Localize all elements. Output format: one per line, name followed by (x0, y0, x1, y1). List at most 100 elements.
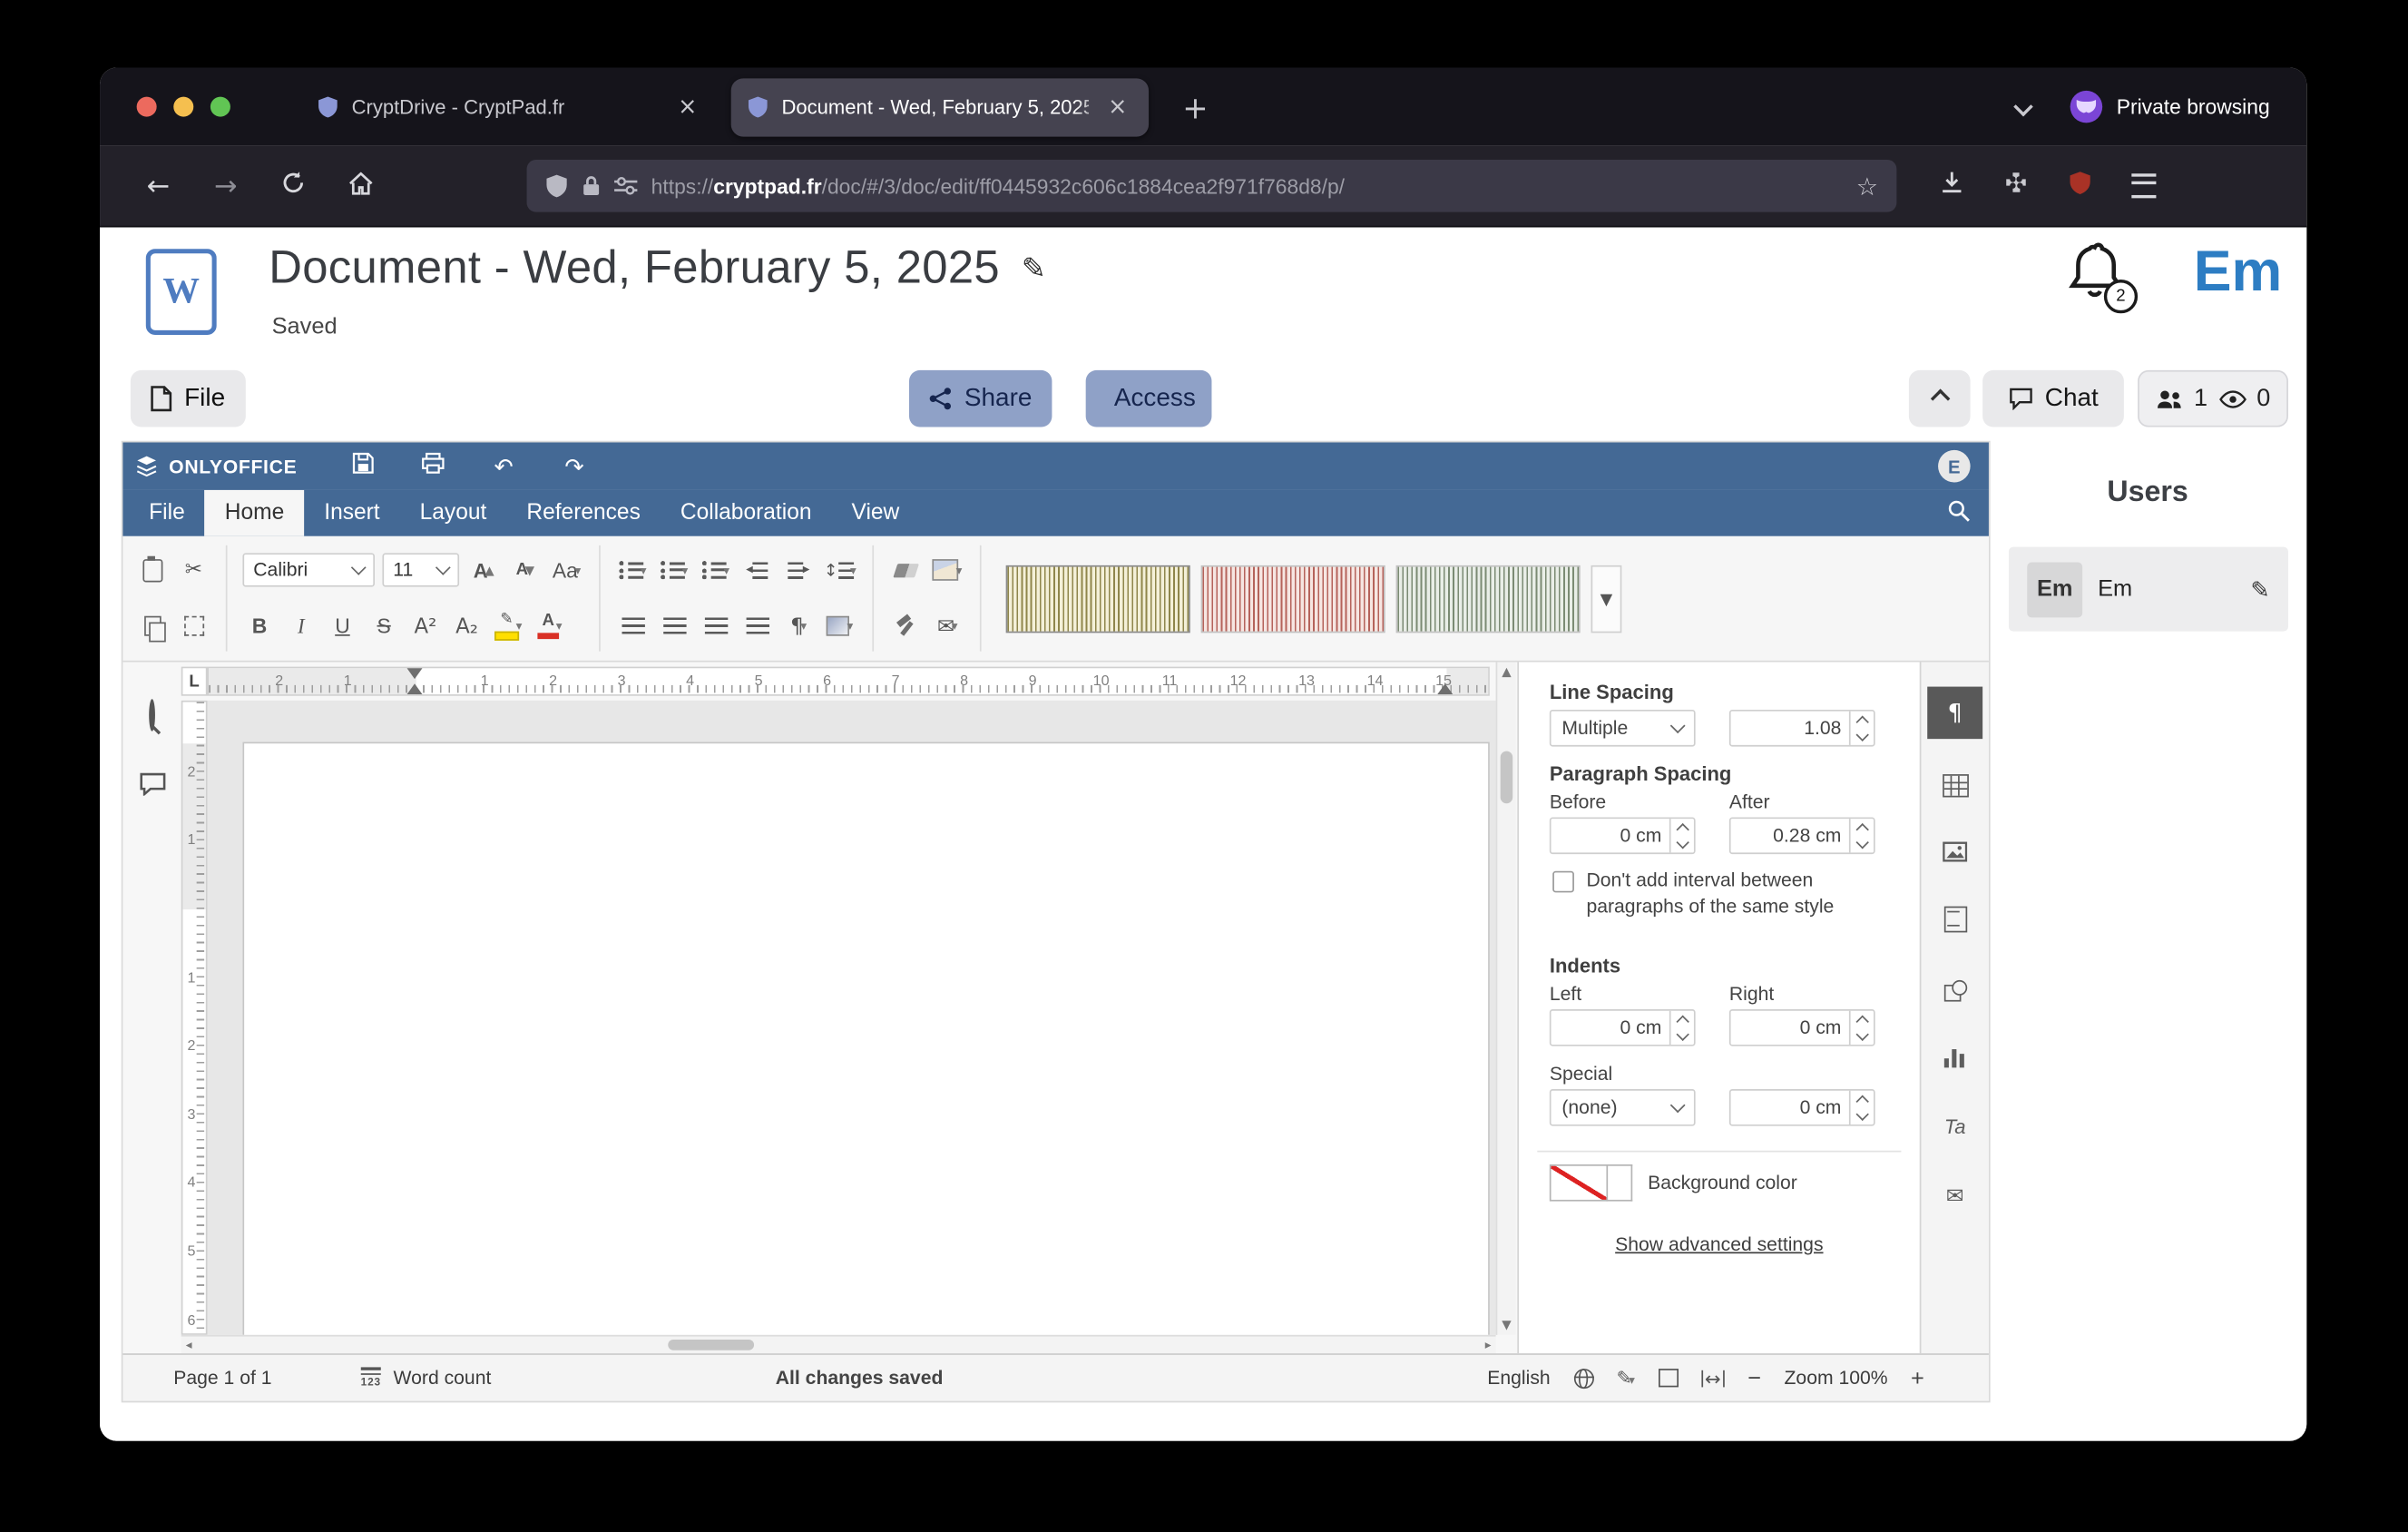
line-spacing-icon[interactable]: ↕▾ (823, 552, 857, 589)
shape-settings-icon[interactable] (1927, 963, 1982, 1016)
numbered-list-icon[interactable]: ▾ (657, 552, 690, 589)
zoom-in-button[interactable]: + (1911, 1365, 1924, 1391)
page-color-icon[interactable]: ▾ (931, 552, 964, 589)
no-interval-checkbox[interactable] (1552, 871, 1574, 893)
comments-icon[interactable] (139, 772, 165, 803)
background-color-swatch[interactable] (1550, 1164, 1608, 1202)
tab-close-icon[interactable]: × (671, 93, 703, 122)
downloads-icon[interactable] (1940, 170, 1964, 202)
oo-menu-home[interactable]: Home (205, 490, 304, 536)
change-case-icon[interactable]: Aa▾ (550, 552, 583, 589)
spin-up-icon[interactable] (1851, 712, 1874, 729)
edit-title-pencil-icon[interactable]: ✎ (1022, 252, 1046, 286)
spin-up-icon[interactable] (1671, 1011, 1694, 1028)
background-color-dropdown-icon[interactable] (1606, 1164, 1632, 1202)
select-all-icon[interactable] (177, 608, 210, 645)
font-name-select[interactable]: Calibri (242, 554, 375, 587)
list-tabs-icon[interactable] (2014, 97, 2034, 117)
paste-icon[interactable] (135, 552, 169, 589)
decrease-indent-icon[interactable]: ◂ (740, 552, 774, 589)
spin-down-icon[interactable] (1851, 1107, 1874, 1124)
home-button[interactable] (342, 170, 379, 202)
table-settings-icon[interactable] (1927, 759, 1982, 811)
h-ruler[interactable]: 21123456789101112131415 (208, 667, 1490, 696)
special-select[interactable]: (none) (1550, 1089, 1696, 1126)
scroll-down-icon[interactable]: ▼ (1497, 1318, 1515, 1331)
image-settings-icon[interactable] (1927, 825, 1982, 878)
subscript-icon[interactable]: A₂ (450, 608, 484, 645)
bullet-list-icon[interactable]: ▾ (616, 552, 650, 589)
copy-icon[interactable] (135, 608, 169, 645)
horizontal-scroll-thumb[interactable] (668, 1340, 754, 1350)
user-avatar[interactable]: Em (2194, 240, 2282, 304)
vertical-scrollbar[interactable]: ▲ ▼ (1496, 663, 1516, 1335)
strikethrough-icon[interactable]: S (367, 608, 401, 645)
access-button[interactable]: Access (1086, 370, 1212, 427)
textart-settings-icon[interactable]: Ta (1927, 1100, 1982, 1153)
zoom-out-button[interactable]: − (1747, 1365, 1761, 1391)
document-page[interactable] (242, 742, 1489, 1335)
left-indent-marker[interactable] (407, 676, 423, 694)
fit-page-icon[interactable] (1658, 1369, 1678, 1387)
collapse-toolbar-button[interactable] (1909, 370, 1971, 427)
bold-icon[interactable]: B (242, 608, 276, 645)
copy-style-icon[interactable] (889, 608, 923, 645)
minimize-window-button[interactable] (173, 97, 193, 117)
italic-icon[interactable]: I (284, 608, 318, 645)
url-bar[interactable]: https://cryptpad.fr/doc/#/3/doc/edit/ff0… (527, 160, 1897, 212)
align-left-icon[interactable] (616, 608, 650, 645)
save-icon[interactable] (347, 452, 378, 481)
oo-menu-view[interactable]: View (832, 490, 920, 536)
redo-icon[interactable]: ↷ (559, 452, 590, 479)
spin-up-icon[interactable] (1671, 819, 1694, 836)
spin-down-icon[interactable] (1851, 1027, 1874, 1045)
collaborator-avatar[interactable]: E (1938, 450, 1971, 483)
mail-merge-settings-icon[interactable]: ✉ (1927, 1171, 1982, 1223)
multilevel-list-icon[interactable]: ▾ (699, 552, 732, 589)
oo-menu-layout[interactable]: Layout (400, 490, 507, 536)
underline-icon[interactable]: U (326, 608, 359, 645)
spacing-after-input[interactable]: 0.28 cm (1729, 817, 1875, 854)
increase-font-icon[interactable]: A▲ (467, 552, 501, 589)
tab-document[interactable]: Document - Wed, February 5, 2025 × (731, 77, 1149, 135)
participants-indicator[interactable]: 1 0 (2138, 370, 2288, 427)
align-center-icon[interactable] (657, 608, 690, 645)
clear-style-icon[interactable] (889, 552, 923, 589)
oo-menu-file[interactable]: File (129, 490, 205, 536)
vertical-scroll-thumb[interactable] (1501, 751, 1513, 804)
spacing-before-input[interactable]: 0 cm (1550, 817, 1696, 854)
connection-lock-icon[interactable] (582, 175, 600, 197)
extensions-icon[interactable] (2004, 170, 2029, 202)
indent-left-input[interactable]: 0 cm (1550, 1009, 1696, 1046)
word-count-button[interactable]: 123 Word count (361, 1367, 492, 1389)
edit-name-pencil-icon[interactable]: ✎ (2250, 575, 2269, 603)
tab-stop-selector[interactable]: L (181, 667, 208, 696)
spin-down-icon[interactable] (1851, 836, 1874, 853)
zoom-level[interactable]: Zoom 100% (1785, 1367, 1888, 1389)
spin-up-icon[interactable] (1851, 1091, 1874, 1108)
fit-width-icon[interactable]: ↔ (1701, 1367, 1725, 1390)
decrease-font-icon[interactable]: A▼ (508, 552, 542, 589)
chat-button[interactable]: Chat (1982, 370, 2124, 427)
document-canvas[interactable] (208, 701, 1496, 1335)
superscript-icon[interactable]: A² (408, 608, 442, 645)
header-footer-settings-icon[interactable] (1927, 892, 1982, 945)
special-value-input[interactable]: 0 cm (1729, 1089, 1875, 1126)
style-preview-no-spacing[interactable] (1201, 565, 1385, 632)
horizontal-scrollbar[interactable]: ◂ ▸ (181, 1335, 1496, 1353)
tracking-protection-shield-icon[interactable] (545, 173, 568, 198)
spin-down-icon[interactable] (1671, 836, 1694, 853)
justify-icon[interactable] (740, 608, 774, 645)
back-button[interactable]: ← (140, 170, 177, 202)
oo-menu-insert[interactable]: Insert (304, 490, 399, 536)
maximize-window-button[interactable] (210, 97, 230, 117)
spin-up-icon[interactable] (1851, 1011, 1874, 1028)
line-spacing-value-input[interactable]: 1.08 (1729, 710, 1875, 747)
share-button[interactable]: Share (909, 370, 1052, 427)
bookmark-star-icon[interactable]: ☆ (1856, 172, 1878, 201)
scroll-right-icon[interactable]: ▸ (1485, 1337, 1492, 1354)
forward-button[interactable]: → (208, 170, 245, 202)
paragraph-settings-icon[interactable]: ¶ (1927, 687, 1982, 740)
find-icon[interactable] (149, 702, 155, 730)
font-size-select[interactable]: 11 (382, 554, 459, 587)
